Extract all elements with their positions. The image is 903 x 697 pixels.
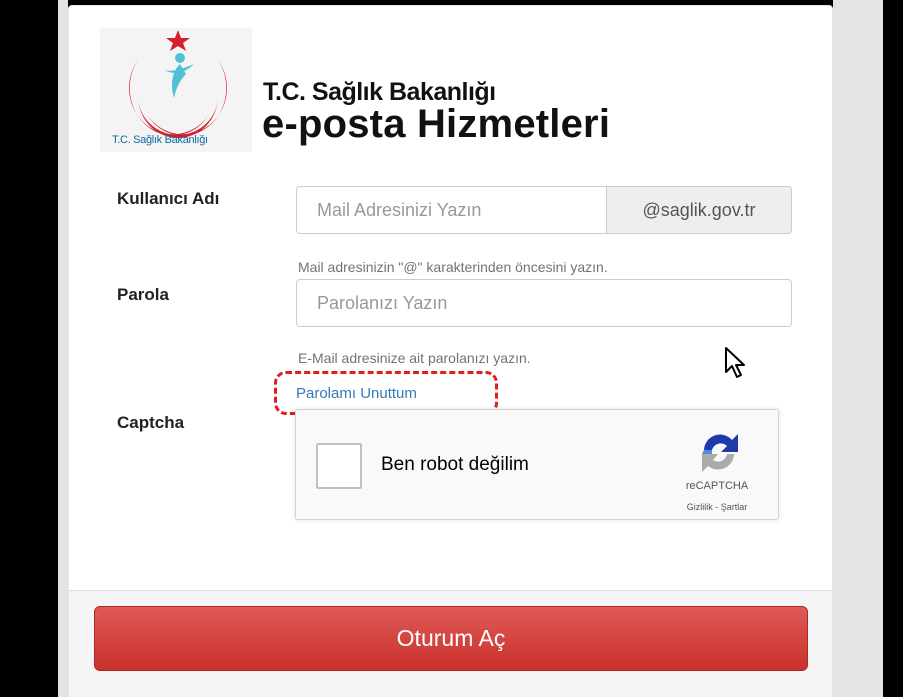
password-help: E-Mail adresinize ait parolanızı yazın.	[298, 350, 531, 366]
username-help: Mail adresinizin "@" karakterinden önces…	[298, 259, 608, 275]
page-background: T.C. Sağlık Bakanlığı T.C. Sağlık Bakanl…	[0, 0, 903, 697]
recaptcha-icon	[702, 434, 738, 472]
username-label: Kullanıcı Adı	[117, 189, 220, 208]
recaptcha-checkbox-label: Ben robot değilim	[381, 454, 529, 475]
password-input[interactable]: Parolanızı Yazın	[296, 279, 792, 327]
left-margin	[58, 0, 68, 697]
forgot-password-link[interactable]: Parolamı Unuttum	[296, 385, 417, 402]
right-margin	[833, 0, 883, 697]
logo-caption: T.C. Sağlık Bakanlığı	[112, 134, 208, 146]
recaptcha-checkbox[interactable]	[316, 443, 362, 489]
recaptcha-widget: Ben robot değilim reCAPTCHA Gizlilik - Ş…	[295, 409, 779, 520]
recaptcha-brand: reCAPTCHA	[685, 480, 749, 492]
captcha-label: Captcha	[117, 413, 185, 432]
login-button[interactable]: Oturum Aç	[94, 606, 808, 671]
username-input[interactable]: Mail Adresinizi Yazın	[296, 186, 607, 234]
mouse-cursor-icon	[725, 347, 745, 378]
recaptcha-links[interactable]: Gizlilik - Şartlar	[672, 502, 762, 512]
brand-subtitle: e-posta Hizmetleri	[262, 102, 611, 146]
username-group: Mail Adresinizi Yazın @saglik.gov.tr	[296, 186, 792, 234]
ministry-logo: T.C. Sağlık Bakanlığı	[100, 28, 252, 152]
domain-suffix: @saglik.gov.tr	[607, 186, 792, 234]
password-label: Parola	[117, 285, 169, 304]
